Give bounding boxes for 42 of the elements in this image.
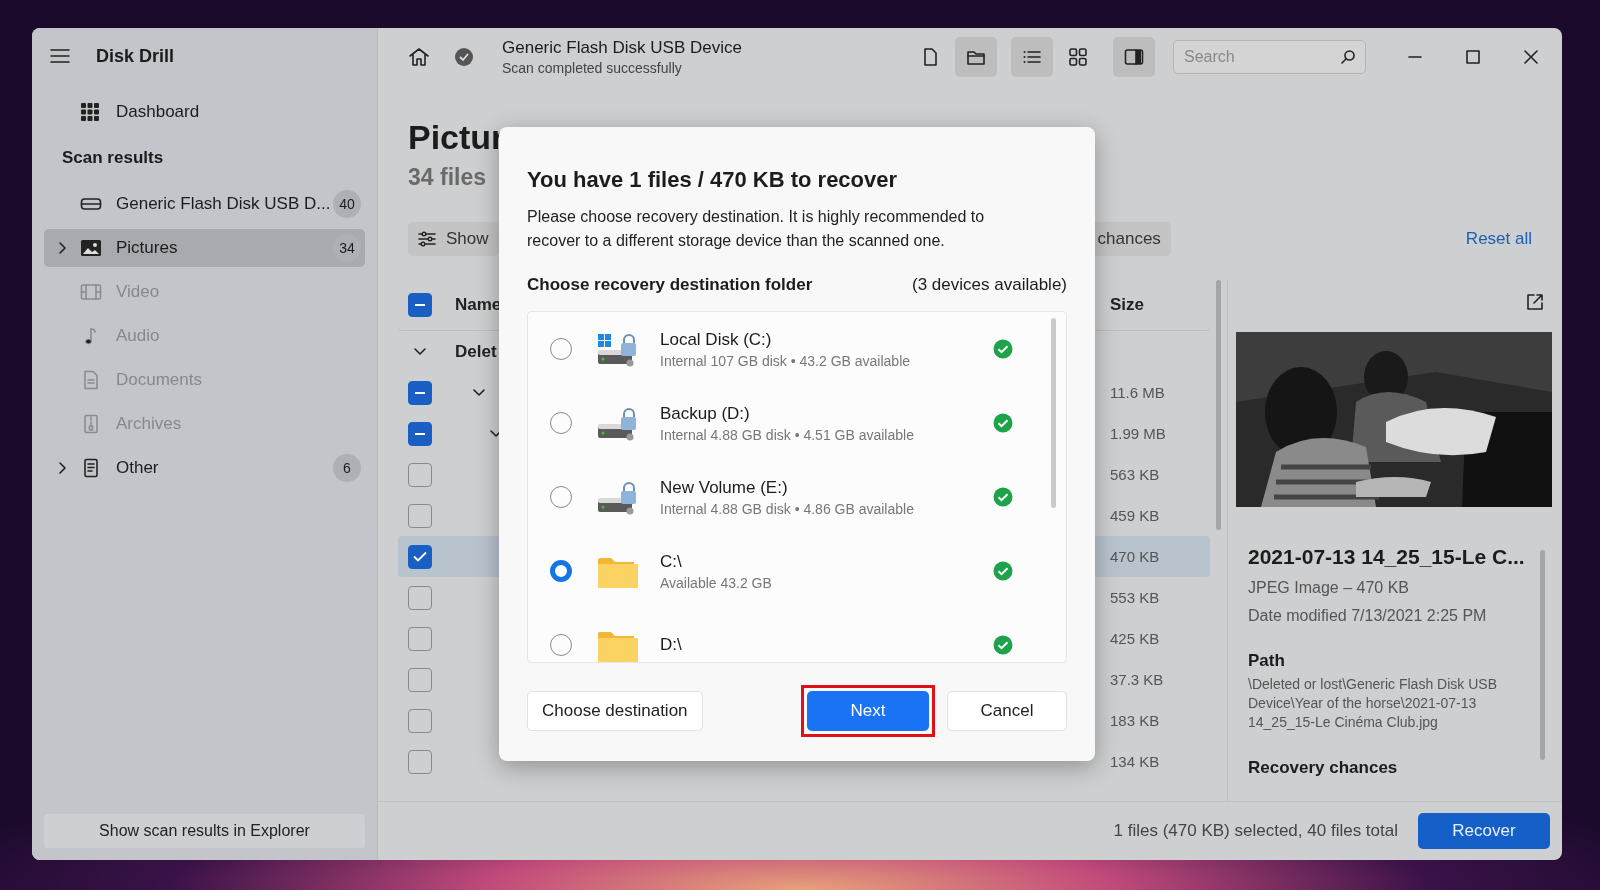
file-size: 11.6 MB bbox=[1110, 384, 1165, 401]
destination-name: D:\ bbox=[660, 635, 683, 655]
devices-count: (3 devices available) bbox=[912, 275, 1067, 295]
file-size: 470 KB bbox=[1110, 548, 1160, 565]
selection-summary: 1 files (470 KB) selected, 40 files total bbox=[1113, 821, 1398, 841]
column-header: Name bbox=[455, 295, 503, 315]
file-size: 37.3 KB bbox=[1110, 671, 1164, 688]
count-badge: 40 bbox=[333, 190, 361, 218]
file-path: \Deleted or lost\Generic Flash Disk USB Device\Year of the horse\2021-07-13 14_25_15-Le Cinéma Club.jpg bbox=[1248, 675, 1498, 732]
list-heading: Choose recovery destination folder bbox=[527, 275, 813, 295]
file-name: 2021-07-13 14_25_15-Le C... bbox=[1248, 545, 1526, 569]
destination-detail: Internal 4.88 GB disk • 4.86 GB available bbox=[660, 500, 915, 517]
destination-detail: Internal 107 GB disk • 43.2 GB available bbox=[660, 352, 912, 369]
file-size: 563 KB bbox=[1110, 466, 1160, 483]
destination-name: Local Disk (C:) bbox=[660, 329, 773, 350]
app-title: Disk Drill bbox=[96, 45, 175, 67]
file-count: 34 files bbox=[408, 164, 486, 191]
file-size: 553 KB bbox=[1110, 589, 1160, 606]
dialog-message: Please choose recovery destination. It is highly recommended to recover to a different storage device than the scanned one. bbox=[527, 207, 986, 251]
count-badge: 34 bbox=[333, 234, 361, 262]
file-size: 183 KB bbox=[1110, 712, 1160, 729]
file-type: JPEG Image – 470 KB bbox=[1248, 579, 1410, 597]
destination-name: New Volume (E:) bbox=[660, 477, 789, 498]
file-size: 459 KB bbox=[1110, 507, 1160, 524]
destination-detail: Available 43.2 GB bbox=[660, 574, 773, 591]
path-label: Path bbox=[1248, 651, 1286, 671]
count-badge: 6 bbox=[333, 454, 361, 482]
column-header: Size bbox=[1110, 295, 1146, 315]
scan-status: Scan completed successfully bbox=[502, 60, 683, 76]
page-title: Pictur bbox=[408, 118, 505, 158]
device-title: Generic Flash Disk USB Device bbox=[502, 38, 742, 58]
file-size: 425 KB bbox=[1110, 630, 1160, 647]
destination-name: Backup (D:) bbox=[660, 403, 751, 424]
dialog-title: You have 1 files / 470 KB to recover bbox=[527, 167, 899, 193]
modified-date: Date modified 7/13/2021 2:25 PM bbox=[1248, 607, 1488, 625]
file-size: 1.99 MB bbox=[1110, 425, 1166, 442]
section-heading: Scan results bbox=[61, 147, 165, 169]
destination-name: C:\ bbox=[660, 551, 683, 572]
group-label: Delet bbox=[455, 341, 497, 362]
file-size: 134 KB bbox=[1110, 753, 1160, 770]
recovery-chances-label: Recovery chances bbox=[1248, 758, 1399, 778]
destination-detail: Internal 4.88 GB disk • 4.51 GB available bbox=[660, 426, 915, 443]
